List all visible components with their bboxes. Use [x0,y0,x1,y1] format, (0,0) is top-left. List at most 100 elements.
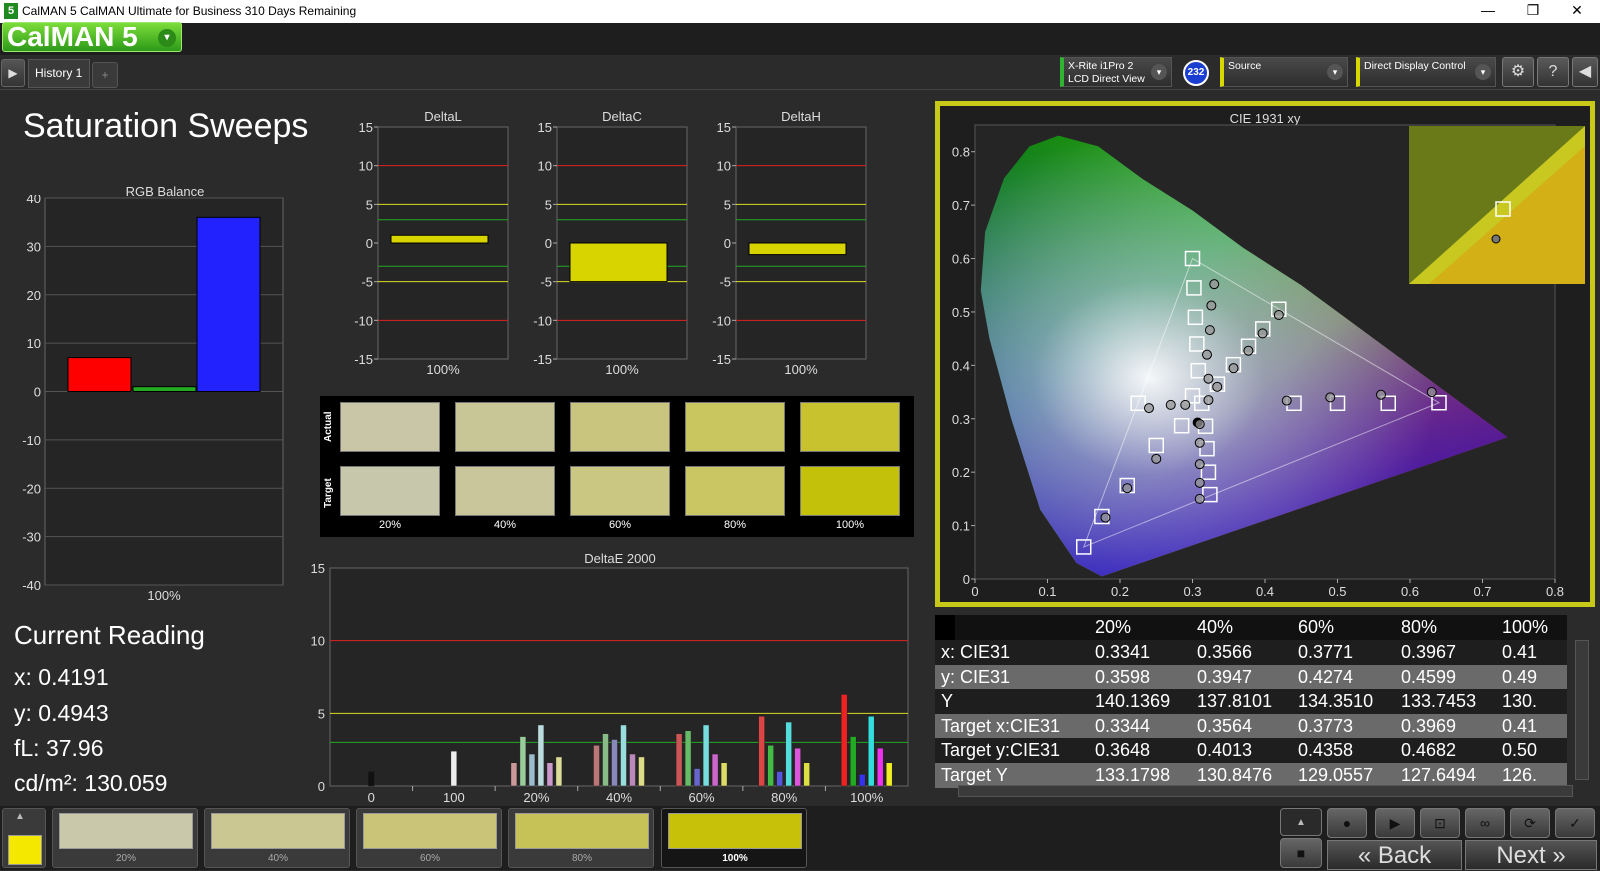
y-tick-label: 10 [359,159,373,174]
maximize-button[interactable]: ❐ [1510,0,1556,23]
gear-icon[interactable]: ⚙ [1502,57,1534,87]
current-color-swatch [8,835,42,865]
table-cell: 0.49 [1502,666,1538,687]
deltae-bar [849,736,857,787]
help-icon[interactable]: ? [1537,57,1569,87]
delta-title: DeltaC [602,109,642,124]
calman-logo-menu[interactable]: CalMAN 5 ▾ [2,22,182,52]
add-tab-button[interactable]: + [92,62,118,88]
y-tick-label: -10 [533,313,552,328]
table-row[interactable]: y: CIE31 0.3598 0.3947 0.4274 0.4599 0.49 [935,664,1567,690]
source-selector[interactable]: Source ▾ [1220,57,1348,87]
actual-marker [1194,437,1205,448]
y-tick-label: -30 [22,530,41,545]
chevron-down-icon: ▾ [158,29,176,47]
measure-range-icon[interactable]: ⊡ [1420,808,1460,838]
swatch-label: 20% [378,519,402,531]
bottom-swatch-button[interactable]: 100% [661,808,807,868]
y-tick-label: 0.5 [952,305,970,320]
chevron-down-icon: ▾ [1475,64,1491,80]
refresh-icon[interactable]: ⟳ [1510,808,1550,838]
stop-button-icon[interactable]: ● [1327,808,1367,838]
app-icon: 5 [4,3,18,19]
table-cell: 0.50 [1502,740,1538,761]
y-tick-label: 0 [545,236,552,251]
chevron-down-icon: ▾ [1151,64,1167,80]
y-tick-label: 10 [311,634,325,649]
up-arrow-icon[interactable]: ▲ [1280,808,1322,836]
up-arrow-icon[interactable]: ▲ [15,811,25,822]
table-cell: 130. [1502,691,1538,712]
x-tick-label: 80% [771,790,797,805]
x-tick-label: 0 [368,790,375,805]
bottom-swatch-label: 100% [722,853,748,864]
deltae-bar [684,730,692,787]
actual-marker [1151,453,1162,464]
delta-bar [569,242,668,283]
deltae-bar [767,745,774,787]
delta-charts: DeltaL 15 10 5 0 -5 -10 -15 100% DeltaC 15 10 5 0 -5 -1… [354,109,867,377]
deltae-bar [840,694,848,787]
table-vscrollbar[interactable] [1575,640,1589,780]
bottom-swatch [668,813,802,849]
y-tick-label: 5 [545,197,552,212]
actual-swatch [340,402,440,452]
table-cell: 0.3341 [1095,642,1151,662]
y-tick-label: -5 [719,275,731,290]
table-cell: 0.3773 [1298,715,1354,736]
display-selector[interactable]: Direct Display Control ▾ [1356,57,1496,87]
checkmark-icon[interactable]: ✓ [1555,808,1595,838]
deltae-bar [758,715,765,787]
table-corner [935,615,955,640]
x-tick-label: 100% [147,588,181,603]
next-button[interactable]: Next » [1465,840,1597,870]
table-row[interactable]: Y 140.1369 137.8101 134.3510 133.7453 130. [935,689,1567,715]
x-tick-label: 100% [605,362,639,377]
y-tick-label: 15 [359,120,373,135]
deltae-bar [867,715,875,787]
table-row[interactable]: Target x:CIE31 0.3344 0.3564 0.3773 0.3969 0.… [935,713,1567,739]
actual-marker [1203,395,1214,406]
table-cell: x: CIE31 [941,642,1011,662]
target-swatch [455,466,555,516]
cie-panel: CIE 1931 xy 0 0.1 0.2 0.3 0.4 0.5 0.6 0.7 0.8 0.8… [935,101,1595,607]
bottom-swatch-button[interactable]: 60% [356,808,502,868]
y-tick-label: 20 [27,288,41,303]
bottom-swatch-button[interactable]: 80% [508,808,654,868]
play-arrow-icon[interactable]: ▶ [1,59,25,87]
bottom-swatch-button[interactable]: 40% [204,808,350,868]
deltae-bar [858,774,866,787]
stop-icon[interactable]: ■ [1280,838,1322,868]
table-row[interactable]: Target y:CIE31 0.3648 0.4013 0.4358 0.4682 0.… [935,738,1567,764]
table-cell: 0.4274 [1298,666,1354,687]
table-header-cell: 80% [1401,617,1438,637]
deltae-bar [528,753,536,787]
x-tick-label: 60% [689,790,715,805]
deltae-bar [555,756,563,787]
meter-selector[interactable]: X-Rite i1Pro 2 LCD Direct View ▾ [1060,57,1172,87]
actual-marker [1194,477,1205,488]
minimize-button[interactable]: — [1465,0,1511,23]
x-tick-label: 100 [443,790,465,805]
bottom-swatch [211,813,345,849]
bottom-swatch-button[interactable]: 20% [52,808,198,868]
y-tick-label: 0 [366,236,373,251]
close-button[interactable]: ✕ [1554,0,1600,23]
table-hscrollbar[interactable] [958,785,1573,797]
display-label: Direct Display Control [1364,60,1466,72]
table-cell: 0.3648 [1095,740,1151,761]
loop-icon[interactable]: ∞ [1465,808,1505,838]
table-row[interactable]: x: CIE31 0.3341 0.3566 0.3771 0.3967 0.41 [935,640,1567,665]
window-title: CalMAN 5 CalMAN Ultimate for Business 31… [22,4,357,18]
target-swatch [340,466,440,516]
deltae-bar [510,762,518,787]
play-icon[interactable]: ▶ [1375,808,1415,838]
back-button[interactable]: « Back [1327,840,1462,870]
collapse-icon[interactable]: ◀ [1572,57,1598,87]
x-tick-label: 0 [971,584,978,599]
actual-marker [1204,325,1215,336]
source-label: Source [1228,60,1262,72]
table-cell: 140.1369 [1095,691,1171,712]
tab-history[interactable]: History 1 [28,59,90,88]
y-tick-label: 0.4 [952,358,970,373]
